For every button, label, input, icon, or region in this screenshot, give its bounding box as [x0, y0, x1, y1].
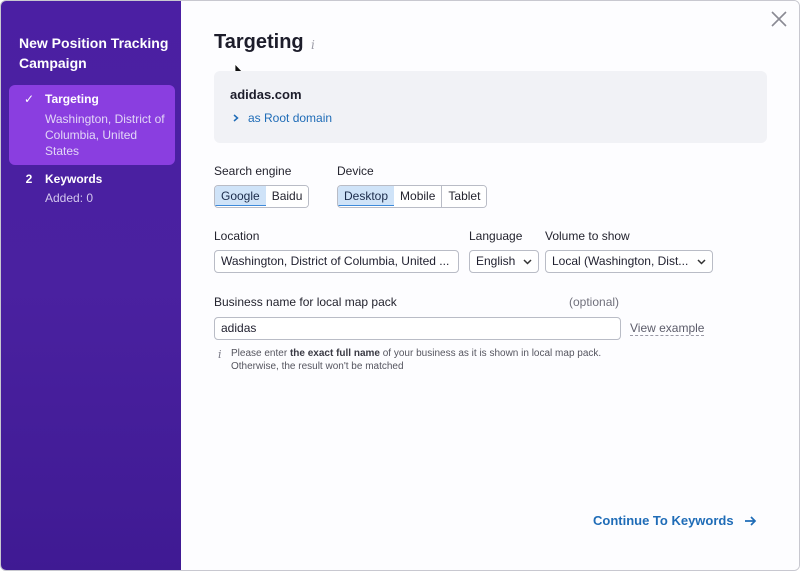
modal-window: New Position Tracking Campaign ✓ Targeti…: [0, 0, 800, 571]
hint-bold: the exact full name: [289, 348, 380, 359]
hint-suffix: of your business as it is shown in local…: [379, 348, 602, 359]
volume-select[interactable]: Local (Washington, Dist...: [545, 250, 713, 273]
sidebar-step-targeting[interactable]: ✓ Targeting Washington, District of Colu…: [9, 85, 175, 165]
step-label: Targeting: [45, 92, 99, 106]
language-value: English: [476, 254, 516, 268]
hint-prefix: Please enter: [231, 348, 290, 359]
language-label: Language: [469, 229, 523, 243]
step-sublabel: Added: 0: [45, 191, 94, 205]
domain-type-label: as Root domain: [248, 111, 333, 125]
step-sublabel: Washington, District of Columbia, United…: [45, 112, 165, 158]
step-number: 2: [25, 172, 33, 186]
device-desktop[interactable]: Desktop: [338, 186, 396, 206]
chevron-right-icon: [233, 114, 239, 122]
volume-label: Volume to show: [545, 229, 630, 243]
business-name-hint: Please enter the exact full name of your…: [231, 347, 651, 373]
volume-value: Local (Washington, Dist...: [552, 254, 689, 268]
sidebar-step-keywords[interactable]: 2 Keywords Added: 0: [9, 165, 175, 215]
main-panel: Targeting i adidas.com as Root domain Se…: [181, 1, 799, 570]
continue-label: Continue To Keywords: [593, 513, 734, 528]
domain-card: adidas.com as Root domain: [214, 71, 767, 143]
info-icon: i: [218, 348, 222, 361]
hint-line2: Otherwise, the result won't be matched: [231, 361, 404, 372]
optional-label: (optional): [569, 295, 620, 309]
info-icon[interactable]: i: [311, 38, 315, 52]
search-engine-google[interactable]: Google: [215, 186, 267, 206]
view-example-link[interactable]: View example: [630, 321, 705, 336]
location-input[interactable]: Washington, District of Columbia, United…: [214, 250, 459, 273]
device-tablet[interactable]: Tablet: [442, 186, 487, 207]
page-title: Targeting: [214, 31, 304, 53]
step-label: Keywords: [45, 172, 103, 186]
continue-button[interactable]: Continue To Keywords: [593, 513, 757, 528]
business-name-input[interactable]: adidas: [214, 317, 621, 340]
location-label: Location: [214, 229, 260, 243]
check-icon: ✓: [23, 92, 35, 106]
device-switch: Desktop Mobile Tablet: [337, 185, 488, 208]
search-engine-switch: Google Baidu: [214, 185, 310, 208]
domain-type-toggle[interactable]: as Root domain: [232, 111, 332, 125]
search-engine-baidu[interactable]: Baidu: [265, 186, 309, 207]
device-mobile[interactable]: Mobile: [394, 186, 443, 207]
sidebar: New Position Tracking Campaign ✓ Targeti…: [1, 1, 181, 570]
close-icon[interactable]: [768, 8, 790, 30]
chevron-down-icon: [523, 259, 532, 265]
search-engine-label: Search engine: [214, 164, 292, 178]
domain-name: adidas.com: [230, 87, 302, 102]
chevron-down-icon: [697, 259, 706, 265]
sidebar-title: New Position Tracking Campaign: [19, 35, 169, 71]
arrow-right-icon: [744, 515, 756, 526]
business-name-label: Business name for local map pack: [214, 295, 397, 309]
language-select[interactable]: English: [469, 250, 539, 273]
device-label: Device: [337, 164, 374, 178]
